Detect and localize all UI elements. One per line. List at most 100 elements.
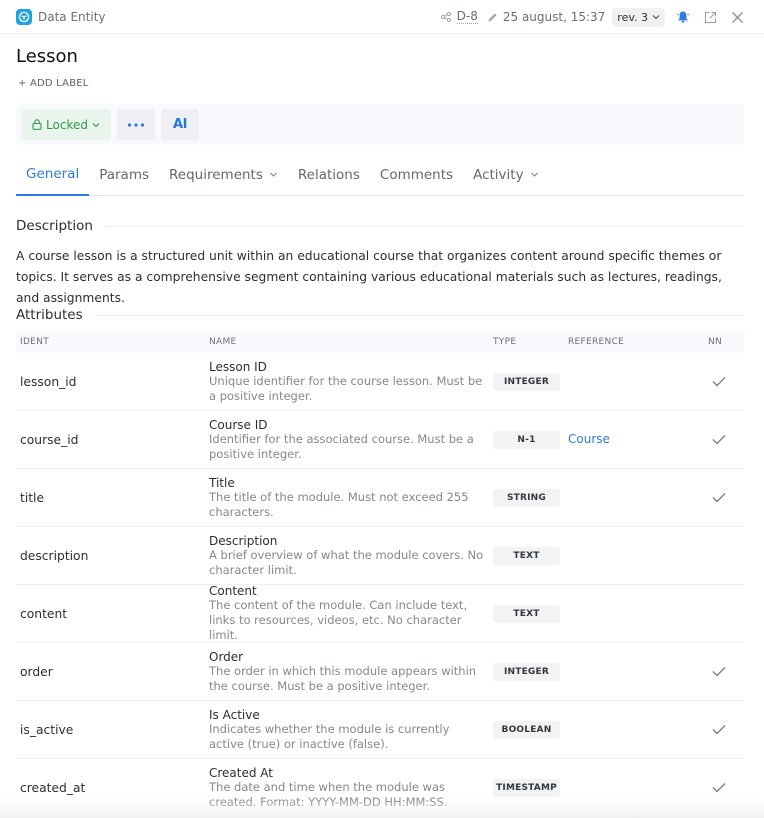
attribute-description: Unique identifier for the course lesson.…	[209, 373, 483, 403]
table-row[interactable]: title Title The title of the module. Must …	[16, 469, 744, 527]
tab-activity[interactable]: Activity	[463, 154, 549, 195]
chevron-down-icon	[530, 170, 539, 179]
tab-params[interactable]: Params	[89, 154, 159, 195]
attribute-name-cell: Title The title of the module. Must not e…	[209, 476, 493, 520]
attribute-description: The order in which this module appears w…	[209, 663, 477, 693]
column-header-type[interactable]: TYPE	[493, 337, 568, 347]
table-row[interactable]: created_at Created At The date and time wh…	[16, 759, 744, 817]
column-header-name[interactable]: NAME	[209, 337, 493, 347]
description-heading: Description	[16, 218, 93, 234]
type-chip: TIMESTAMP	[493, 778, 560, 797]
attribute-type-cell: TEXT	[493, 546, 568, 565]
description-section-header: Description	[16, 218, 744, 234]
tab-label: Relations	[297, 166, 360, 183]
attribute-ident: created_at	[20, 780, 86, 795]
attribute-ident: course_id	[20, 432, 79, 447]
table-row[interactable]: order Order The order in which this module…	[16, 643, 744, 701]
attribute-ident: content	[20, 606, 68, 621]
close-icon[interactable]	[728, 8, 746, 26]
attribute-name: Order	[209, 649, 244, 664]
attribute-description: The content of the module. Can include t…	[209, 598, 468, 642]
attribute-description: A brief overview of what the module cove…	[209, 547, 484, 577]
attribute-name-cell: Description A brief overview of what the …	[209, 534, 493, 578]
attribute-reference-cell: Course	[568, 432, 708, 447]
table-row[interactable]: lesson_id Lesson ID Unique identifier for …	[16, 353, 744, 411]
chevron-down-icon	[652, 15, 660, 20]
revision-label: rev. 3	[617, 10, 648, 24]
cube-icon	[16, 8, 32, 25]
not-null-cell	[708, 376, 744, 387]
tab-requirements[interactable]: Requirements	[159, 154, 288, 195]
attribute-name-cell: Course ID Identifier for the associated c…	[209, 418, 493, 462]
attributes-table: IDENT NAME TYPE REFERENCE NN lesson_id Le…	[16, 331, 744, 817]
attribute-name: Course ID	[209, 417, 268, 432]
page-title: Lesson	[16, 46, 78, 67]
type-chip: N-1	[493, 430, 560, 449]
entity-type-label: Data Entity	[38, 9, 106, 24]
not-null-cell	[708, 782, 744, 793]
not-null-cell	[708, 724, 744, 735]
type-chip: BOOLEAN	[493, 720, 560, 739]
checkmark-icon	[708, 376, 744, 387]
lock-status-dropdown[interactable]: Locked	[21, 109, 111, 140]
attribute-description: The title of the module. Must not exceed…	[209, 489, 469, 519]
revision-select[interactable]: rev. 3	[612, 7, 665, 27]
tab-relations[interactable]: Relations	[288, 154, 370, 195]
more-options-button[interactable]	[117, 109, 155, 140]
attribute-ident: order	[20, 664, 53, 679]
tab-label: Comments	[379, 166, 454, 183]
attribute-description: Indicates whether the module is currentl…	[209, 721, 450, 751]
chevron-down-icon	[269, 170, 278, 179]
attribute-type-cell: INTEGER	[493, 662, 568, 681]
attribute-type-cell: INTEGER	[493, 372, 568, 391]
type-chip: STRING	[493, 488, 560, 507]
column-header-ident[interactable]: IDENT	[16, 337, 209, 347]
table-row[interactable]: is_active Is Active Indicates whether the …	[16, 701, 744, 759]
type-chip: INTEGER	[493, 372, 560, 391]
attributes-heading: Attributes	[16, 307, 83, 323]
action-toolbar: Locked AI	[16, 104, 744, 145]
table-row[interactable]: course_id Course ID Identifier for the ass…	[16, 411, 744, 469]
not-null-cell	[708, 434, 744, 445]
external-link-icon[interactable]	[701, 8, 719, 26]
attribute-name: Description	[209, 533, 278, 548]
table-row[interactable]: description Description A brief overview o…	[16, 527, 744, 585]
attribute-ident: title	[20, 490, 45, 505]
checkmark-icon	[708, 434, 744, 445]
table-header: IDENT NAME TYPE REFERENCE NN	[16, 331, 744, 353]
ai-label: AI	[173, 117, 187, 132]
pencil-icon[interactable]	[487, 12, 498, 23]
bell-icon[interactable]	[674, 8, 692, 26]
attribute-name: Is Active	[209, 707, 260, 722]
column-header-nn[interactable]: NN	[708, 337, 744, 347]
attributes-section-header: Attributes	[16, 307, 744, 323]
type-chip: TEXT	[493, 604, 560, 623]
attribute-description: The date and time when the module was cr…	[209, 779, 448, 809]
ai-assistant-button[interactable]: AI	[161, 109, 199, 140]
not-null-cell	[708, 666, 744, 677]
attribute-ident: lesson_id	[20, 374, 77, 389]
tab-label: Params	[99, 166, 150, 183]
tab-bar: General Params Requirements Relations Co…	[16, 155, 744, 196]
divider	[94, 314, 744, 316]
tab-comments[interactable]: Comments	[370, 154, 463, 195]
reference-link[interactable]: Course	[568, 432, 610, 446]
lock-icon	[32, 119, 42, 130]
lock-status-label: Locked	[46, 117, 88, 132]
more-horizontal-icon	[127, 122, 145, 127]
document-id[interactable]: D-8	[456, 10, 478, 24]
add-label-button[interactable]: + ADD LABEL	[18, 78, 89, 89]
attribute-description: Identifier for the associated course. Mu…	[209, 431, 474, 461]
not-null-cell	[708, 492, 744, 503]
column-header-reference[interactable]: REFERENCE	[568, 337, 708, 347]
attribute-ident: is_active	[20, 722, 74, 737]
tab-general[interactable]: General	[16, 154, 90, 196]
attribute-ident: description	[20, 548, 89, 563]
description-text: A course lesson is a structured unit wit…	[16, 249, 722, 305]
checkmark-icon	[708, 492, 744, 503]
table-row[interactable]: content Content The content of the module.…	[16, 584, 744, 643]
last-modified-timestamp: 25 august, 15:37	[502, 10, 606, 24]
attribute-type-cell: N-1	[493, 430, 568, 449]
top-bar: Data Entity D-8 25 august, 15:37 rev. 3	[0, 0, 764, 34]
share-icon[interactable]	[440, 11, 452, 23]
